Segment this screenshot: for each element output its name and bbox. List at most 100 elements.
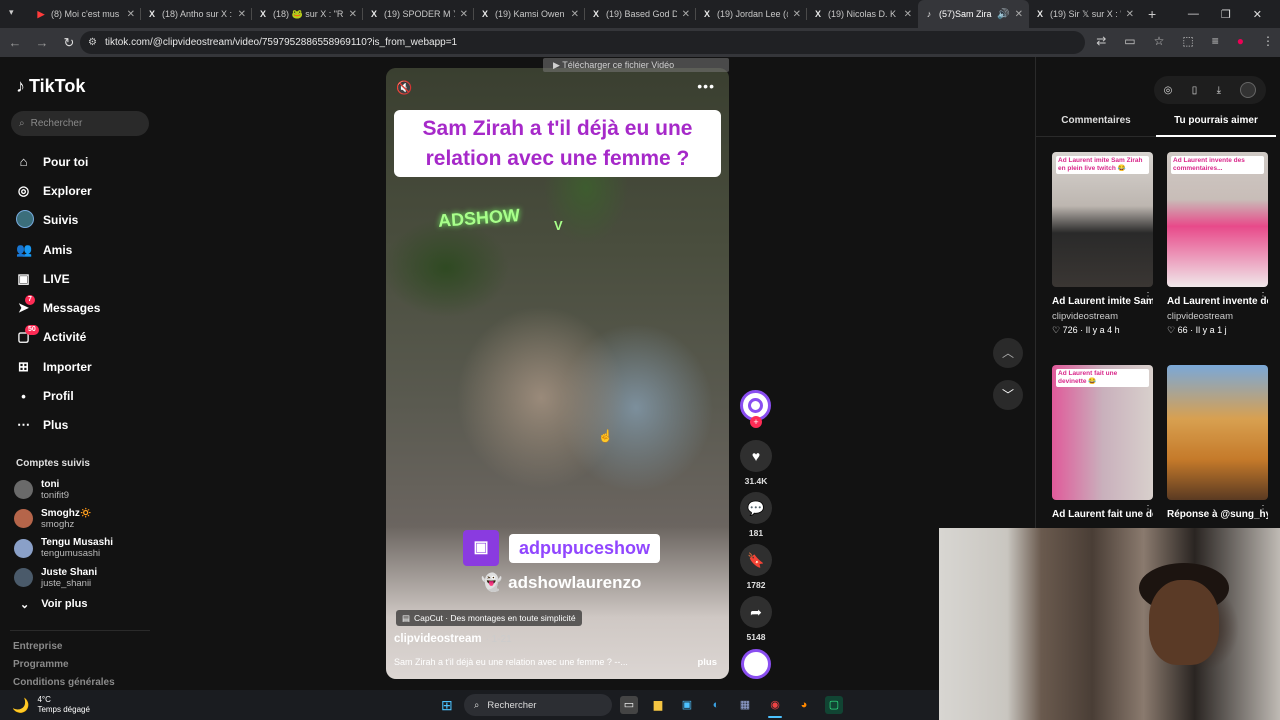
compass-icon: ◎ [17, 182, 30, 198]
speaker-icon[interactable]: 🔊 [997, 9, 1009, 20]
address-bar[interactable]: ⚙ tiktok.com/@clipvideostream/video/7597… [80, 31, 1085, 54]
recommended-video-card[interactable]: Ad Laurent fait une devinette 😂 ⋮ Ad Lau… [1052, 365, 1153, 522]
close-tab-icon[interactable]: ✕ [1015, 9, 1023, 20]
close-tab-icon[interactable]: ✕ [460, 9, 468, 20]
recommended-video-card[interactable]: Ad Laurent imite Sam Zirah en plein live… [1052, 152, 1153, 336]
footer-link[interactable]: Entreprise [13, 641, 115, 659]
followed-account[interactable]: Juste Shani juste_shanii [14, 563, 113, 592]
share-button[interactable]: ➦ 5148 [739, 596, 773, 642]
app-icon[interactable]: ▢ [825, 696, 843, 714]
download-video-banner[interactable]: ▶ Télécharger ce fichier Vidéo [543, 58, 729, 72]
browser-tab[interactable]: X (18) 🐸 sur X : "R ✕ [252, 0, 363, 28]
media-control-icon[interactable]: ≡ [1212, 34, 1219, 48]
weather-widget[interactable]: 🌙 4°C Temps dégagé [12, 695, 90, 715]
taskbar-search[interactable]: ⌕ Rechercher [464, 694, 612, 716]
bookmark-star-icon[interactable]: ☆ [1154, 34, 1165, 48]
browser-tab-active[interactable]: ♪ (57)Sam Zirah 🔊 ✕ [918, 0, 1029, 28]
reload-icon[interactable]: ↻ [57, 35, 81, 51]
like-button[interactable]: ♥ 31.4K [739, 440, 773, 486]
nav-amis[interactable]: 👥 Amis [16, 235, 100, 264]
phone-icon[interactable]: ▯ [1192, 85, 1198, 96]
site-info-icon[interactable]: ⚙ [88, 37, 97, 48]
followed-account[interactable]: toni tonifit9 [14, 475, 113, 504]
see-more-button[interactable]: ⌄ Voir plus [20, 598, 87, 611]
recommended-video-card[interactable]: Ad Laurent invente des commentaires... ⋮… [1167, 152, 1268, 336]
comment-button[interactable]: 💬 181 [739, 492, 773, 538]
next-video-button[interactable]: ﹀ [993, 380, 1023, 410]
followed-account[interactable]: Smoghz🔅 smoghz [14, 504, 113, 533]
avatar [14, 538, 33, 558]
browser-tab[interactable]: X (19) Kamsi Owen ✕ [474, 0, 585, 28]
file-explorer-icon[interactable]: ▆ [649, 696, 667, 714]
tab-tu-pourrais-aimer[interactable]: Tu pourrais aimer [1156, 115, 1276, 137]
browser-tab[interactable]: X (18) Antho sur X : ✕ [141, 0, 252, 28]
cast-icon[interactable]: ▭ [1124, 34, 1135, 48]
close-tab-icon[interactable]: ✕ [682, 9, 690, 20]
close-tab-icon[interactable]: ✕ [571, 9, 579, 20]
nav-live[interactable]: ▣ LIVE [16, 264, 100, 293]
browser-tab[interactable]: X (19) Sir 𝕏 sur X : " ✕ [1029, 0, 1140, 28]
close-tab-icon[interactable]: ✕ [349, 9, 357, 20]
nav-messages[interactable]: ➤ 7 Messages [16, 293, 100, 322]
nav-activite[interactable]: ▢ 50 Activité [16, 323, 100, 352]
minimize-icon[interactable]: — [1188, 8, 1199, 20]
browser-tab[interactable]: ▶ (8) Moi c'est mus ✕ [30, 0, 141, 28]
nav-plus[interactable]: ⋯ Plus [16, 411, 100, 440]
download-icon[interactable]: ⤓ [1217, 85, 1221, 96]
video-player[interactable]: ADSHOW V 🔇 ••• Sam Zirah a t'il déjà eu … [386, 68, 729, 679]
close-tab-icon[interactable]: ✕ [904, 9, 912, 20]
apps-icon[interactable]: ▦ [736, 696, 754, 714]
browser-tab[interactable]: X (19) Based God D ✕ [585, 0, 696, 28]
firefox-icon[interactable]: ◕ [795, 696, 813, 714]
capcut-badge[interactable]: ▤ CapCut · Des montages en toute simplic… [396, 610, 582, 626]
nav-pour-toi[interactable]: ⌂ Pour toi [16, 147, 100, 176]
back-icon[interactable]: ← [3, 35, 27, 50]
card-more-icon[interactable]: ⋮ [1258, 504, 1268, 515]
mute-icon[interactable]: 🔇 [396, 80, 412, 96]
previous-video-button[interactable]: ︿ [993, 338, 1023, 368]
video-author[interactable]: clipvideostream · 1-21 [394, 633, 512, 645]
translate-icon[interactable]: ⇄ [1096, 34, 1106, 48]
nav-importer[interactable]: ⊞ Importer [16, 352, 100, 381]
nav-profil[interactable]: • Profil [16, 381, 100, 410]
search-input[interactable]: ⌕ Rechercher [11, 111, 149, 136]
tiktok-logo[interactable]: ♪ TikTok [16, 76, 85, 97]
close-tab-icon[interactable]: ✕ [127, 9, 135, 20]
card-more-icon[interactable]: ⋮ [1143, 291, 1153, 302]
profile-icon[interactable]: ● [1237, 34, 1244, 48]
browser-tab[interactable]: X (19) Nicolas D. K ✕ [807, 0, 918, 28]
browser-tab[interactable]: X (19) SPODER M 𝕏 ✕ [363, 0, 474, 28]
close-tab-icon[interactable]: ✕ [238, 9, 246, 20]
card-more-icon[interactable]: ⋮ [1258, 291, 1268, 302]
close-window-icon[interactable]: ✕ [1253, 8, 1262, 21]
close-tab-icon[interactable]: ✕ [1126, 9, 1134, 20]
recommended-video-card[interactable]: ⋮ Réponse à @sung_hy_mdo [1167, 365, 1268, 522]
store-icon[interactable]: ▣ [678, 696, 696, 714]
nav-suivis[interactable]: Suivis [16, 206, 100, 235]
extensions-icon[interactable]: ⬚ [1182, 34, 1193, 48]
chrome-icon[interactable]: ◉ [766, 696, 784, 714]
task-view-icon[interactable]: ▭ [620, 696, 638, 714]
avatar[interactable] [1240, 82, 1257, 98]
nav-explorer[interactable]: ◎ Explorer [16, 176, 100, 205]
video-more-icon[interactable]: ••• [697, 78, 715, 94]
footer-link[interactable]: Programme [13, 659, 115, 677]
followed-account[interactable]: Tengu Musashi tengumusashi [14, 534, 113, 563]
compass-icon[interactable]: ◎ [1164, 85, 1173, 96]
close-tab-icon[interactable]: ✕ [793, 9, 801, 20]
windows-start-icon[interactable]: ⊞ [441, 697, 453, 714]
edge-icon[interactable]: ◐ [707, 696, 725, 714]
tab-search-icon[interactable]: ▾ [9, 7, 14, 18]
activity-badge: 50 [25, 324, 39, 335]
new-tab-icon[interactable]: + [1148, 6, 1156, 22]
browser-tab[interactable]: X (19) Jordan Lee (@ ✕ [696, 0, 807, 28]
follow-plus-icon[interactable]: + [750, 416, 762, 428]
music-disc-icon[interactable] [741, 649, 771, 679]
maximize-icon[interactable]: ❐ [1221, 8, 1231, 21]
save-button[interactable]: 🔖 1782 [739, 544, 773, 590]
forward-icon[interactable]: → [30, 35, 54, 50]
card-more-icon[interactable]: ⋮ [1143, 504, 1153, 515]
tab-commentaires[interactable]: Commentaires [1036, 115, 1156, 137]
description-more-button[interactable]: plus [697, 657, 717, 668]
browser-menu-icon[interactable]: ⋮ [1262, 34, 1274, 48]
